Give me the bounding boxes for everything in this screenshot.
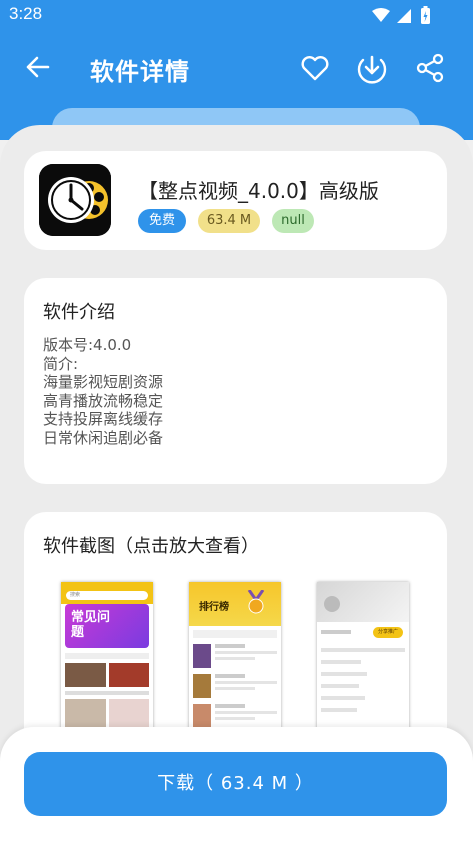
screenshot-2-title: 排行榜 (199, 602, 229, 613)
app-name: 【整点视频_4.0.0】高级版 (138, 179, 379, 203)
intro-description: 版本号:4.0.0 简介: 海量影视短剧资源 高青播放流畅稳定 支持投屏离线缓存… (43, 336, 163, 447)
intro-line: 简介: (43, 354, 79, 373)
screenshot-1-banner: 常见问题 (65, 604, 149, 648)
intro-line: 版本号:4.0.0 (43, 336, 132, 354)
medal-icon (247, 590, 265, 614)
app-info-card: 【整点视频_4.0.0】高级版 免费 63.4 M null (24, 151, 447, 250)
back-arrow-icon[interactable] (24, 53, 52, 81)
page-title: 软件详情 (90, 58, 190, 86)
intro-line: 支持投屏离线缓存 (43, 410, 164, 428)
intro-title: 软件介绍 (43, 302, 115, 323)
screenshot-3-header (317, 582, 409, 622)
screenshot-2-header: 排行榜 (189, 582, 281, 626)
favorite-heart-icon[interactable] (299, 52, 331, 84)
app-logo (39, 164, 111, 236)
status-icons (371, 6, 433, 30)
intro-line: 高青播放流畅稳定 (43, 391, 164, 410)
intro-line: 海量影视短剧资源 (43, 373, 164, 391)
wifi-signal-battery-icon (372, 6, 430, 24)
status-time: 3:28 (9, 4, 43, 23)
status-bar: 3:28 (0, 0, 473, 30)
extra-badge: null (272, 209, 314, 233)
price-badge: 免费 (138, 209, 186, 233)
intro-line: 日常休闲追剧必备 (43, 428, 164, 447)
intro-card: 软件介绍 版本号:4.0.0 简介: 海量影视短剧资源 高青播放流畅稳定 支持投… (24, 278, 447, 484)
size-badge: 63.4 M (198, 209, 260, 233)
bottom-bar: 下载（ 63.4 M ） (0, 727, 473, 841)
download-circle-icon[interactable] (356, 52, 388, 84)
clock-film-logo-icon (39, 164, 111, 236)
screenshot-1-search: 搜索 (66, 591, 148, 600)
share-icon[interactable] (414, 52, 446, 84)
screenshot-1-banner-text: 常见问题 (71, 610, 111, 640)
screenshots-title: 软件截图（点击放大查看） (43, 536, 259, 557)
download-button[interactable]: 下载（ 63.4 M ） (24, 752, 447, 816)
screenshot-3-button: 分享推广 (373, 627, 403, 638)
app-bar: 软件详情 (0, 40, 473, 96)
